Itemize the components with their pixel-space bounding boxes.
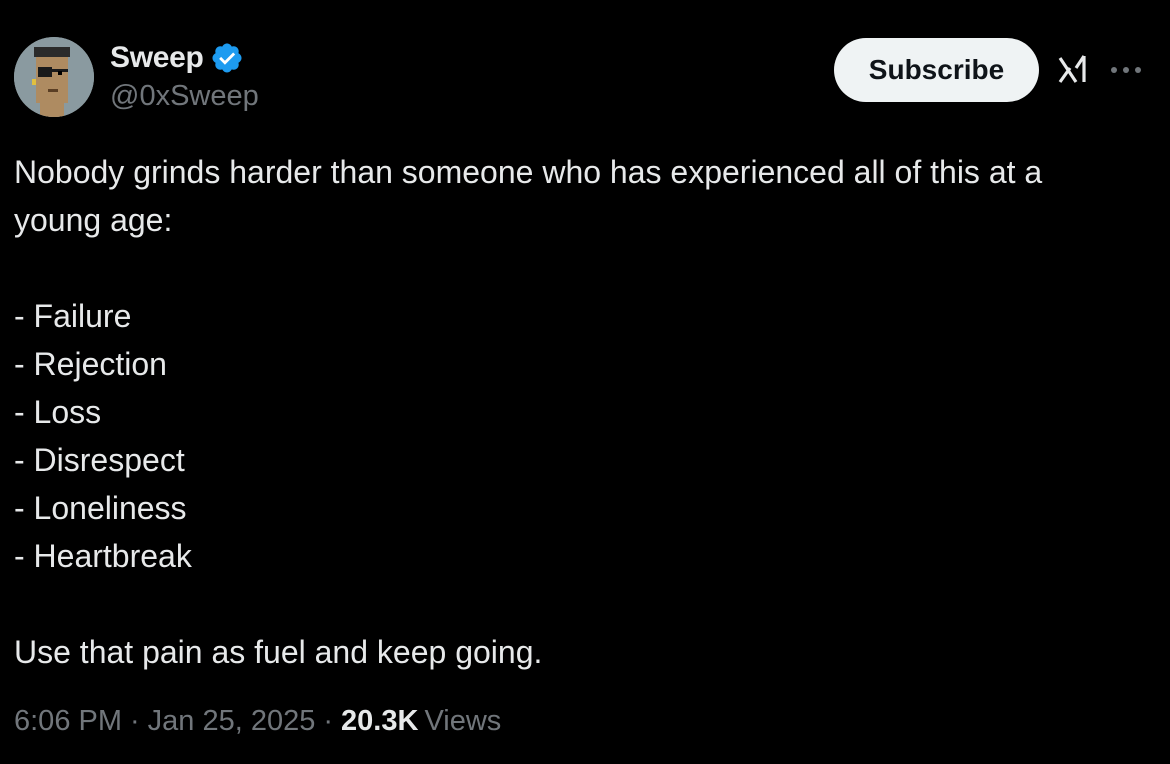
- author-name-row[interactable]: Sweep: [110, 40, 244, 76]
- tweet-meta: 6:06 PM · Jan 25, 2025 · 20.3K Views: [14, 705, 501, 738]
- list-item: - Heartbreak: [14, 538, 192, 574]
- author-display-name[interactable]: Sweep: [110, 41, 204, 75]
- post-time[interactable]: 6:06 PM: [14, 705, 122, 738]
- list-item: - Loneliness: [14, 490, 187, 526]
- subscribe-button[interactable]: Subscribe: [834, 38, 1039, 102]
- views-label[interactable]: Views: [424, 705, 501, 738]
- avatar[interactable]: [14, 37, 94, 117]
- verified-badge-icon[interactable]: [210, 41, 244, 75]
- author-handle[interactable]: @0xSweep: [110, 80, 259, 113]
- pixel-punk-avatar-icon: [14, 37, 94, 117]
- list-item: - Disrespect: [14, 442, 185, 478]
- tweet-intro-line-1: Nobody grinds harder than someone who ha…: [14, 154, 1043, 190]
- tweet-closing-line: Use that pain as fuel and keep going.: [14, 634, 543, 670]
- grok-icon[interactable]: [1054, 50, 1094, 90]
- separator: ·: [323, 705, 334, 737]
- more-icon[interactable]: [1108, 55, 1144, 85]
- tweet-intro-line-2: young age:: [14, 202, 173, 238]
- list-item: - Rejection: [14, 346, 167, 382]
- views-count[interactable]: 20.3K: [341, 705, 418, 738]
- tweet-card: Sweep @0xSweep Subscribe Nobody grinds h…: [0, 0, 1170, 764]
- list-item: - Failure: [14, 298, 132, 334]
- post-date[interactable]: Jan 25, 2025: [148, 705, 316, 738]
- separator: ·: [130, 705, 140, 737]
- list-item: - Loss: [14, 394, 102, 430]
- tweet-text: Nobody grinds harder than someone who ha…: [14, 148, 1154, 676]
